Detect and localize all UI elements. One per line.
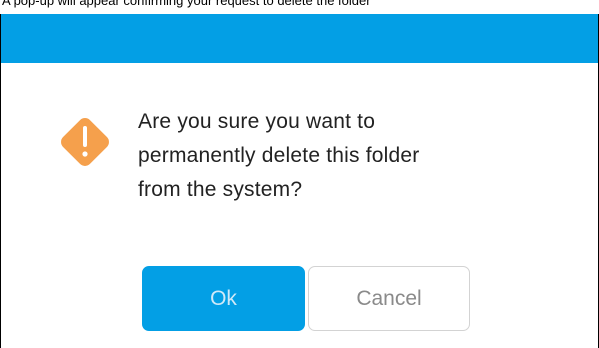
message-line: from the system? bbox=[138, 178, 303, 201]
ok-button[interactable]: Ok bbox=[142, 266, 305, 331]
page-caption: A pop-up will appear confirming your req… bbox=[2, 0, 371, 8]
confirmation-message: Are you sure you want to permanently del… bbox=[138, 105, 558, 207]
screenshot: A pop-up will appear confirming your req… bbox=[0, 0, 599, 348]
dialog-header bbox=[1, 14, 598, 63]
message-line: Are you sure you want to bbox=[138, 110, 376, 133]
cancel-button[interactable]: Cancel bbox=[308, 266, 470, 331]
warning-icon bbox=[61, 118, 109, 166]
delete-folder-dialog: Are you sure you want to permanently del… bbox=[0, 14, 599, 348]
message-line: permanently delete this folder bbox=[138, 144, 420, 167]
